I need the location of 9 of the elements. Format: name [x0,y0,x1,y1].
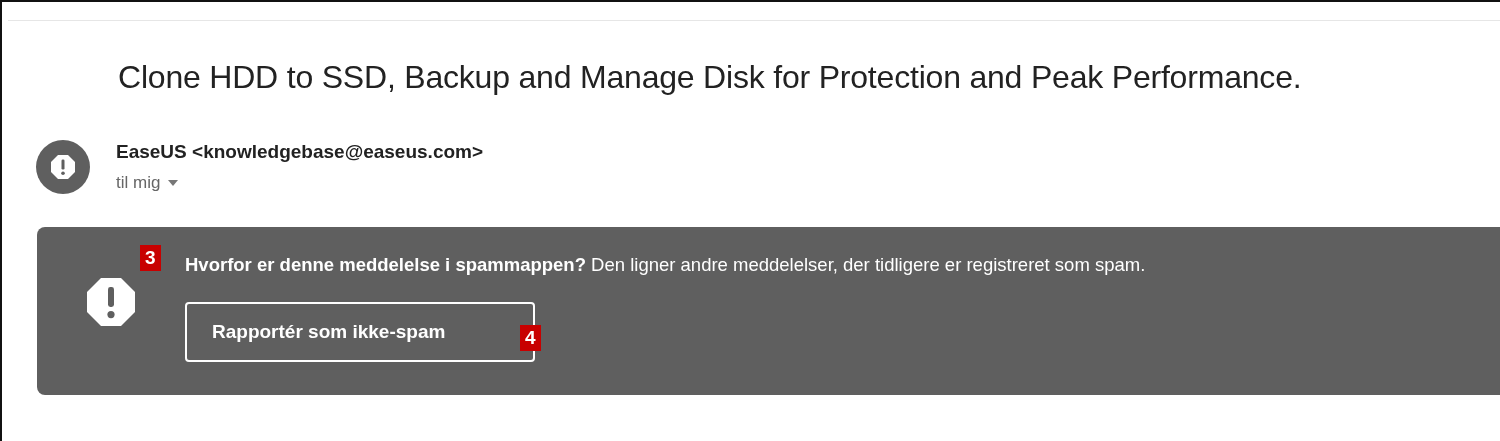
annotation-marker: 3 [140,245,161,271]
annotation-marker: 4 [520,325,541,351]
email-subject: Clone HDD to SSD, Backup and Manage Disk for Protection and Peak Performance. [118,59,1303,96]
sender-name: EaseUS <knowledgebase@easeus.com> [116,141,484,163]
spam-explanation: Hvorfor er denne meddelelse i spammappen? Den ligner andre meddelelser, der tidligere er registreret som spam. [185,254,1146,276]
sender-avatar-icon [36,140,90,194]
dropdown-caret-icon[interactable] [168,180,179,186]
recipient-label: til mig [116,173,161,193]
warning-icon [87,278,135,326]
